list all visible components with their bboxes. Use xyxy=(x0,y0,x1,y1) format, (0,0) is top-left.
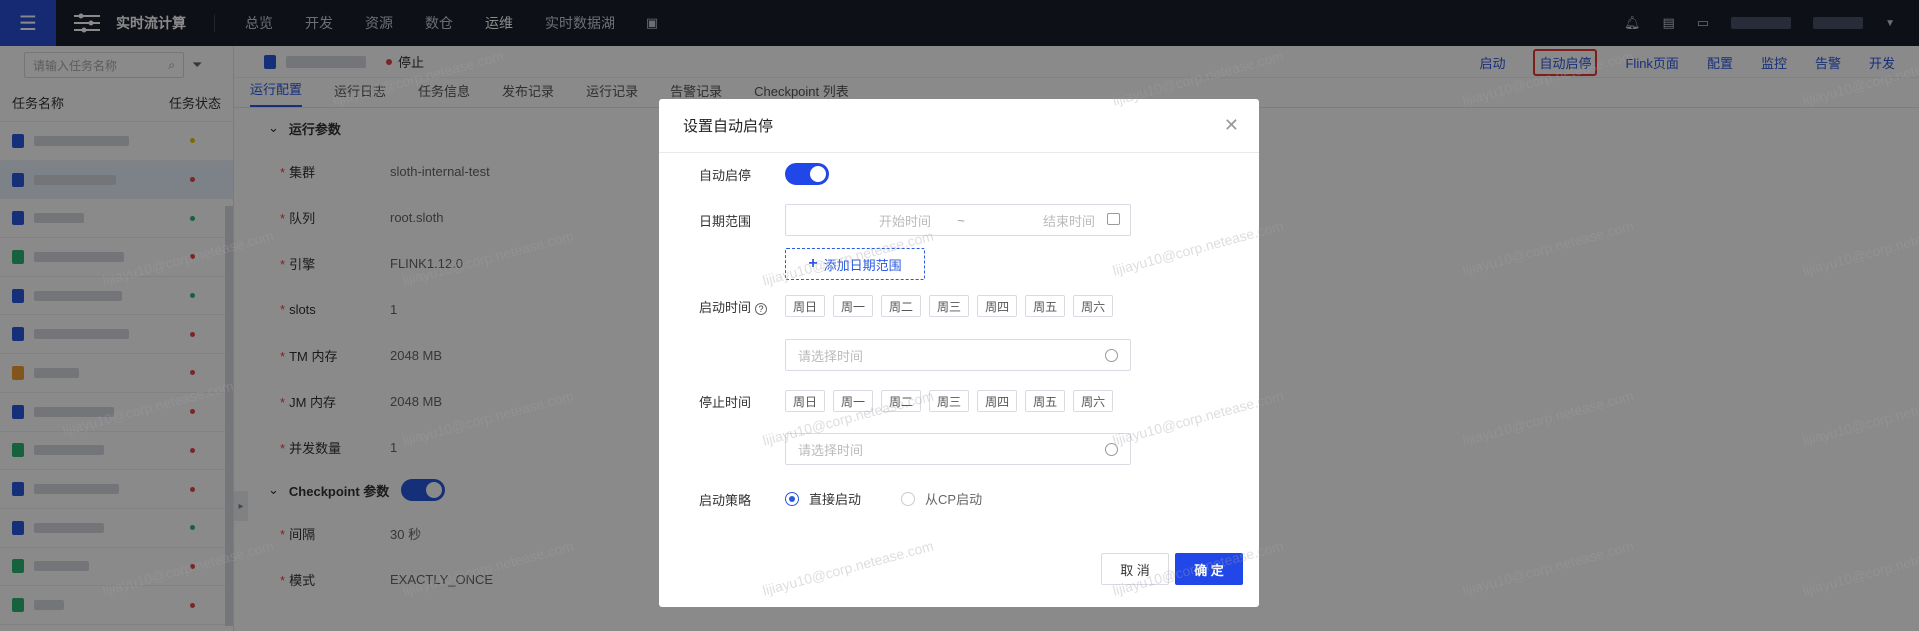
stop-weekdays: 周日 周一 周二 周三 周四 周五 周六 xyxy=(785,390,1114,412)
dialog-title: 设置自动启停 xyxy=(683,118,774,135)
weekday-4[interactable]: 周四 xyxy=(977,295,1018,317)
clock-icon xyxy=(1105,348,1118,362)
weekday-3[interactable]: 周三 xyxy=(929,295,970,317)
stop-time-input[interactable]: 请选择时间 xyxy=(785,433,1131,465)
weekday-6[interactable]: 周六 xyxy=(1073,390,1114,412)
stop-time-label: 停止时间 xyxy=(699,395,752,410)
weekday-4[interactable]: 周四 xyxy=(977,390,1018,412)
start-time-input[interactable]: 请选择时间 xyxy=(785,339,1131,371)
help-icon[interactable]: ? xyxy=(755,303,768,315)
auto-label: 自动启停 xyxy=(699,168,752,183)
start-date-placeholder: 开始时间 xyxy=(878,213,931,229)
start-weekdays: 周日 周一 周二 周三 周四 周五 周六 xyxy=(785,295,1114,317)
weekday-2[interactable]: 周二 xyxy=(881,390,922,412)
range-separator: ~ xyxy=(957,212,965,228)
strategy-radio-group: 直接启动 从CP启动 xyxy=(785,489,982,508)
weekday-5[interactable]: 周五 xyxy=(1025,390,1066,412)
radio-direct-start[interactable]: 直接启动 xyxy=(785,489,861,508)
start-time-label: 启动时间? xyxy=(699,297,768,316)
close-icon[interactable]: ✕ xyxy=(1224,115,1239,136)
plus-icon: + xyxy=(808,255,818,272)
dialog-header: 设置自动启停 ✕ xyxy=(659,99,1259,153)
clock-icon xyxy=(1105,442,1118,456)
weekday-2[interactable]: 周二 xyxy=(881,295,922,317)
confirm-button[interactable]: 确 定 xyxy=(1175,553,1243,585)
weekday-1[interactable]: 周一 xyxy=(833,295,874,317)
strategy-label: 启动策略 xyxy=(699,493,752,508)
weekday-1[interactable]: 周一 xyxy=(833,390,874,412)
radio-cp-start[interactable]: 从CP启动 xyxy=(901,489,982,508)
calendar-icon xyxy=(1107,213,1120,225)
weekday-0[interactable]: 周日 xyxy=(785,295,826,317)
add-date-range-button[interactable]: + 添加日期范围 xyxy=(785,248,925,280)
date-range-label: 日期范围 xyxy=(699,214,752,229)
weekday-5[interactable]: 周五 xyxy=(1025,295,1066,317)
weekday-0[interactable]: 周日 xyxy=(785,390,826,412)
date-range-picker[interactable]: 开始时间 ~ 结束时间 xyxy=(785,204,1131,236)
auto-start-stop-dialog: 设置自动启停 ✕ 自动启停 日期范围 开始时间 ~ 结束时间 + 添加日期范围 … xyxy=(659,99,1259,607)
weekday-6[interactable]: 周六 xyxy=(1073,295,1114,317)
auto-switch[interactable] xyxy=(785,163,829,185)
end-date-placeholder: 结束时间 xyxy=(1042,213,1095,229)
cancel-button[interactable]: 取 消 xyxy=(1101,553,1169,585)
weekday-3[interactable]: 周三 xyxy=(929,390,970,412)
